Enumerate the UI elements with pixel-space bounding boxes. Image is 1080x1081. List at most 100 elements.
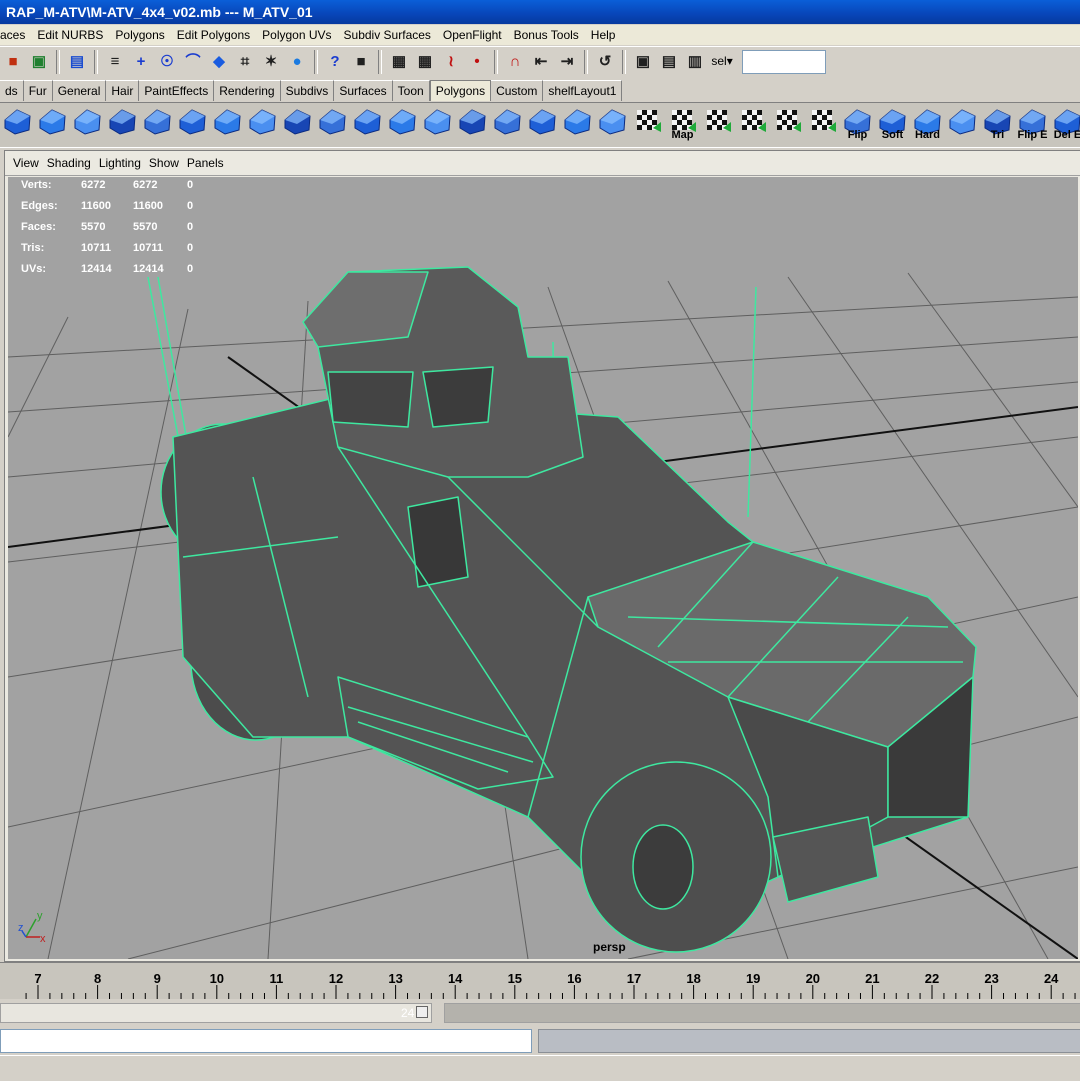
- uv-automatic-icon[interactable]: [771, 106, 804, 142]
- lock-icon[interactable]: ■: [349, 50, 373, 74]
- shelf-tab[interactable]: shelfLayout1: [543, 80, 623, 101]
- ipr-render-icon[interactable]: ▤: [657, 50, 681, 74]
- poke-face-icon[interactable]: [281, 106, 314, 142]
- grid-snap-icon[interactable]: ▦: [413, 50, 437, 74]
- axis-y-label: y: [37, 910, 43, 922]
- time-tick-label: 16: [567, 971, 581, 986]
- select-by-component-icon[interactable]: ▤: [65, 50, 89, 74]
- shelf-tab[interactable]: General: [52, 80, 107, 101]
- panel-menu-item[interactable]: View: [9, 151, 43, 175]
- panel-menu-item[interactable]: Lighting: [95, 151, 145, 175]
- quick-select-input[interactable]: [742, 50, 827, 74]
- menu-item[interactable]: Polygons: [109, 25, 170, 45]
- history-icon[interactable]: ↺: [593, 50, 617, 74]
- triangulate-icon[interactable]: [561, 106, 594, 142]
- subdivide-icon[interactable]: [421, 106, 454, 142]
- smooth-icon[interactable]: [456, 106, 489, 142]
- poly-sphere-icon[interactable]: [1, 106, 34, 142]
- separate-icon[interactable]: [526, 106, 559, 142]
- command-input[interactable]: [0, 1029, 532, 1053]
- viewport-scene[interactable]: Verts: 6272 6272 0 Edges: 11600 11600 0 Faces: 55…: [8, 177, 1078, 959]
- shelf-tab[interactable]: Surfaces: [334, 80, 393, 101]
- move-icon[interactable]: +: [129, 50, 153, 74]
- shelf-tab[interactable]: Polygons: [429, 80, 492, 101]
- time-tick-label: 21: [865, 971, 879, 986]
- menu-item[interactable]: Help: [585, 25, 622, 45]
- range-end-field[interactable]: 24: [401, 1005, 441, 1021]
- shelf-tab[interactable]: ds: [0, 80, 24, 101]
- poly-cylinder-icon[interactable]: [36, 106, 69, 142]
- uv-spherical-icon[interactable]: [736, 106, 769, 142]
- time-tick-label: 12: [329, 971, 343, 986]
- mirror-icon[interactable]: [596, 106, 629, 142]
- output-ops-icon[interactable]: ⇥: [555, 50, 579, 74]
- uv-planar-map-icon[interactable]: [631, 106, 664, 142]
- menu-item[interactable]: aces: [0, 25, 31, 45]
- cube-icon[interactable]: ◆: [207, 50, 231, 74]
- soft-edge-icon[interactable]: Soft: [876, 106, 909, 142]
- uv-cylindrical-icon[interactable]: [701, 106, 734, 142]
- lattice-icon[interactable]: ⌗: [233, 50, 257, 74]
- cabin-window: [422, 366, 494, 428]
- panel-menu-item[interactable]: Panels: [183, 151, 228, 175]
- split-polygon-icon[interactable]: [141, 106, 174, 142]
- shelf-tab[interactable]: Subdivs: [280, 80, 335, 101]
- range-start-field[interactable]: 24: [0, 1003, 432, 1023]
- magnet-snap-icon[interactable]: ∩: [503, 50, 527, 74]
- delete-edge-icon[interactable]: Del E: [1051, 106, 1080, 142]
- combine-icon[interactable]: [491, 106, 524, 142]
- menu-item[interactable]: Bonus Tools: [508, 25, 585, 45]
- panel-menu-bar: View Shading Lighting Show Panels: [5, 151, 1080, 176]
- normals-icon[interactable]: [946, 106, 979, 142]
- menu-item[interactable]: Polygon UVs: [256, 25, 337, 45]
- render-icon[interactable]: ▣: [631, 50, 655, 74]
- append-polygon-icon[interactable]: [316, 106, 349, 142]
- point-snap-icon[interactable]: •: [465, 50, 489, 74]
- toolbar-separator: [622, 50, 626, 74]
- panel-menu-item[interactable]: Show: [145, 151, 183, 175]
- select-by-hierarchy-icon[interactable]: ■: [1, 50, 25, 74]
- menu-item[interactable]: Edit NURBS: [31, 25, 109, 45]
- hard-edge-icon[interactable]: Hard: [911, 106, 944, 142]
- bevel-icon[interactable]: [211, 106, 244, 142]
- selection-mask-icon[interactable]: ▦: [387, 50, 411, 74]
- snap-menu-icon[interactable]: ≡: [103, 50, 127, 74]
- extrude-face-icon[interactable]: [106, 106, 139, 142]
- lasso-icon[interactable]: ☉: [155, 50, 179, 74]
- hud-selected: 5570: [133, 221, 158, 233]
- triangulate-face-icon[interactable]: Tri: [981, 106, 1014, 142]
- collapse-icon[interactable]: [386, 106, 419, 142]
- menu-item[interactable]: Edit Polygons: [171, 25, 256, 45]
- help-icon[interactable]: ?: [323, 50, 347, 74]
- flip-normals-icon[interactable]: Flip: [841, 106, 874, 142]
- scene-canvas: [8, 266, 1078, 959]
- uv-texture-editor-icon[interactable]: Map: [666, 106, 699, 142]
- shelf-tab[interactable]: Rendering: [214, 80, 281, 101]
- shelf-tab[interactable]: Custom: [491, 80, 544, 101]
- input-ops-icon[interactable]: ⇤: [529, 50, 553, 74]
- curve-snap-icon[interactable]: ≀: [439, 50, 463, 74]
- flip-edge-icon[interactable]: Flip E: [1016, 106, 1049, 142]
- curve-icon[interactable]: ⌒: [181, 50, 205, 74]
- select-by-object-icon[interactable]: ▣: [27, 50, 51, 74]
- menu-item[interactable]: Subdiv Surfaces: [338, 25, 437, 45]
- menu-item[interactable]: OpenFlight: [437, 25, 508, 45]
- shelf-tab[interactable]: Toon: [392, 80, 430, 101]
- poly-cube-wire-icon[interactable]: [71, 106, 104, 142]
- wedge-face-icon[interactable]: [246, 106, 279, 142]
- shelf-tab[interactable]: Fur: [23, 80, 53, 101]
- extrude-edge-icon[interactable]: [176, 106, 209, 142]
- range-end-checkbox[interactable]: [416, 1006, 429, 1018]
- sphere-icon[interactable]: ●: [285, 50, 309, 74]
- render-settings-icon[interactable]: ▥: [683, 50, 707, 74]
- shelf-tab[interactable]: PaintEffects: [139, 80, 215, 101]
- shelf-icon-label: Soft: [881, 129, 904, 141]
- quick-select-label[interactable]: sel▾: [711, 54, 732, 68]
- uv-layout-icon[interactable]: [806, 106, 839, 142]
- time-slider[interactable]: 7 8 9 10 11 12 13 14 15 16 17 18 19 20 21 22 23 24: [0, 962, 1080, 999]
- merge-vertices-icon[interactable]: [351, 106, 384, 142]
- range-track[interactable]: [444, 1003, 1080, 1023]
- shelf-tab[interactable]: Hair: [106, 80, 140, 101]
- panel-menu-item[interactable]: Shading: [43, 151, 95, 175]
- particle-icon[interactable]: ✶: [259, 50, 283, 74]
